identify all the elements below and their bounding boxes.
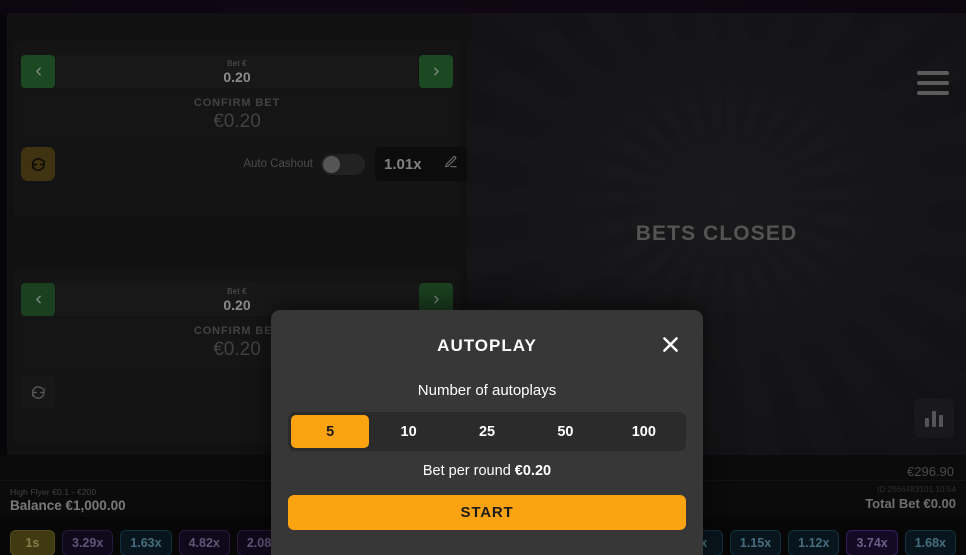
autoplay-count-options: 5 10 25 50 100 — [288, 412, 686, 451]
autoplay-option-100[interactable]: 100 — [605, 415, 683, 448]
autoplay-option-25[interactable]: 25 — [448, 415, 526, 448]
autoplay-modal: AUTOPLAY Number of autoplays 5 10 25 50 … — [271, 310, 703, 555]
autoplay-count-label: Number of autoplays — [417, 382, 557, 399]
game-app: Bet € 0.20 CONFIRM BET €0.20 Auto Cashou… — [0, 0, 966, 555]
bet-per-round-info: Bet per round €0.20 — [271, 463, 703, 479]
close-icon[interactable] — [655, 329, 685, 359]
bet-per-round-prefix: Bet per round — [422, 463, 515, 479]
bet-per-round-value: €0.20 — [514, 463, 552, 479]
autoplay-option-10[interactable]: 10 — [369, 415, 447, 448]
autoplay-modal-title: AUTOPLAY — [437, 336, 537, 355]
autoplay-option-5[interactable]: 5 — [291, 415, 370, 448]
autoplay-option-50[interactable]: 50 — [526, 415, 604, 448]
start-autoplay-button[interactable]: START — [288, 495, 686, 530]
